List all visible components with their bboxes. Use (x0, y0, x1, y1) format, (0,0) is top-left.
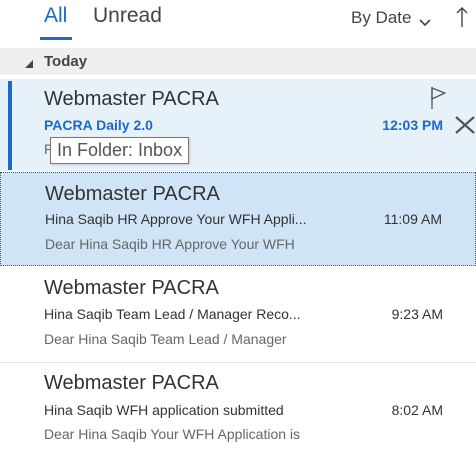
message-time: 8:02 AM (391, 402, 443, 418)
message-item[interactable]: Webmaster PACRA Hina Saqib HR Approve Yo… (0, 172, 476, 266)
arrow-up-icon[interactable] (456, 6, 468, 33)
tab-all[interactable]: All (44, 4, 67, 28)
delete-icon[interactable] (454, 115, 476, 140)
filter-bar: All Unread By Date (0, 0, 476, 40)
message-item[interactable]: Webmaster PACRA Hina Saqib Team Lead / M… (0, 267, 476, 363)
unread-indicator (8, 81, 12, 170)
message-sender: Webmaster PACRA (44, 372, 219, 394)
group-header-today[interactable]: Today (0, 48, 476, 75)
message-list-pane: All Unread By Date Today Webmaster PACRA… (0, 0, 476, 456)
message-preview: Dear Hina Saqib Team Lead / Manager (44, 331, 287, 347)
message-sender: Webmaster PACRA (45, 183, 220, 205)
message-time: 12:03 PM (382, 117, 443, 133)
chevron-down-icon[interactable] (419, 14, 431, 32)
flag-icon[interactable] (430, 86, 447, 115)
tab-all-underline (40, 37, 72, 40)
collapse-triangle-icon[interactable] (24, 56, 34, 74)
message-item[interactable]: Webmaster PACRA Hina Saqib WFH applicati… (0, 363, 476, 456)
message-sender: Webmaster PACRA (44, 277, 219, 299)
message-subject: Hina Saqib WFH application submitted (44, 402, 284, 418)
sort-by-button[interactable]: By Date (351, 8, 411, 28)
tab-unread[interactable]: Unread (93, 4, 162, 28)
message-preview: Dear Hina Saqib HR Approve Your WFH (45, 236, 295, 252)
message-time: 11:09 AM (383, 211, 442, 227)
group-label: Today (44, 53, 88, 70)
message-subject: Hina Saqib Team Lead / Manager Reco... (44, 306, 301, 322)
message-sender: Webmaster PACRA (44, 88, 219, 110)
message-subject: PACRA Daily 2.0 (44, 117, 153, 133)
message-subject: Hina Saqib HR Approve Your WFH Appli... (45, 211, 307, 227)
message-time: 9:23 AM (391, 306, 443, 322)
folder-tooltip: In Folder: Inbox (50, 137, 190, 164)
message-preview: Dear Hina Saqib Your WFH Application is (44, 426, 301, 442)
